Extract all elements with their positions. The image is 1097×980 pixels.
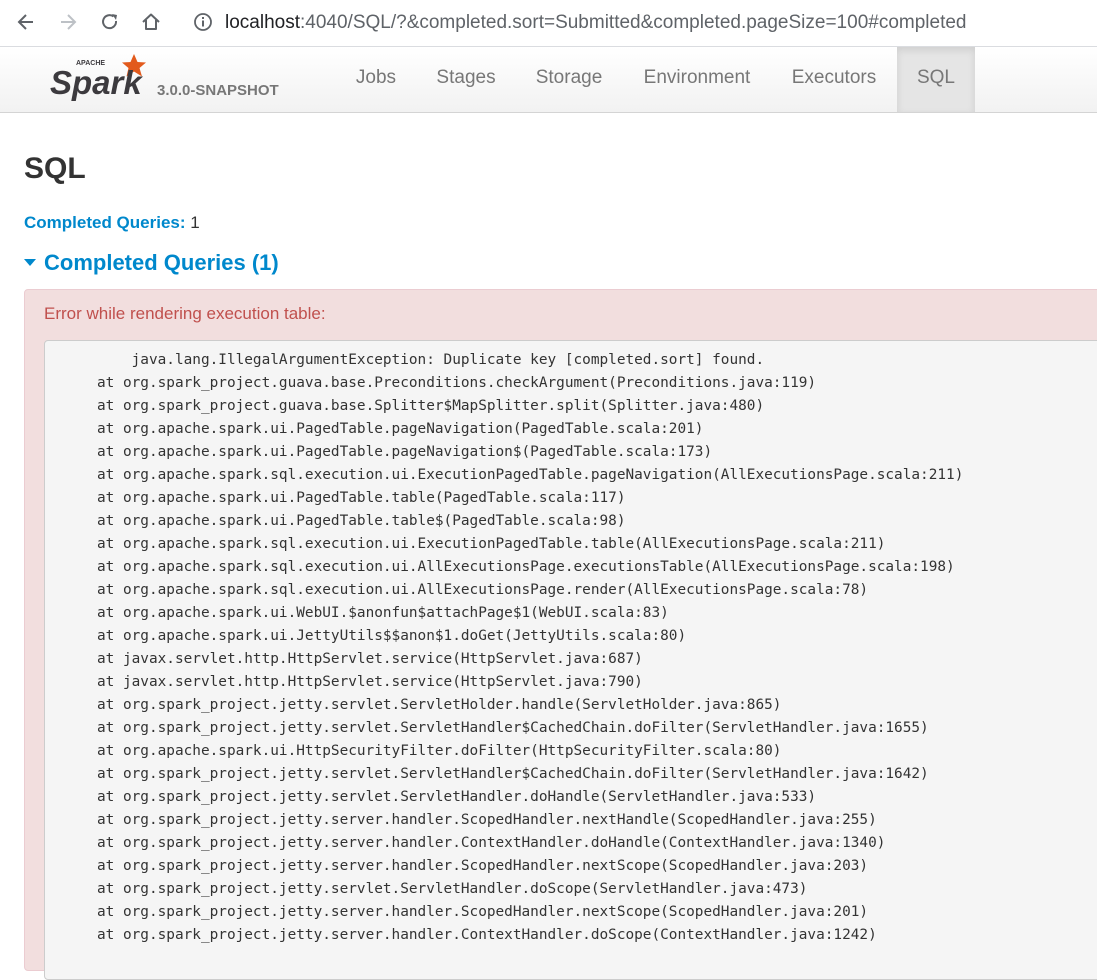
stacktrace-line: at org.apache.spark.sql.execution.ui.All… <box>45 582 869 598</box>
stacktrace-line: at org.apache.spark.sql.execution.ui.All… <box>45 559 955 575</box>
spark-version: 3.0.0-SNAPSHOT <box>157 82 279 99</box>
stacktrace-line: at org.spark_project.jetty.servlet.Servl… <box>45 720 929 736</box>
stacktrace-line: at org.spark_project.jetty.servlet.Servl… <box>45 697 782 713</box>
error-alert: Error while rendering execution table: j… <box>24 289 1097 980</box>
completed-queries-header[interactable]: Completed Queries (1) <box>24 250 279 276</box>
section-title: Completed Queries (1) <box>44 250 279 275</box>
spark-navbar: APACHE Spark 3.0.0-SNAPSHOT Jobs Stages … <box>0 47 1097 113</box>
stacktrace-line: at org.spark_project.jetty.servlet.Servl… <box>45 789 817 805</box>
stacktrace-line: at org.spark_project.jetty.servlet.Servl… <box>45 766 929 782</box>
reload-icon <box>102 14 118 30</box>
stacktrace-line: at org.apache.spark.ui.PagedTable.pageNa… <box>45 444 713 460</box>
tab-executors[interactable]: Executors <box>778 47 890 112</box>
browser-toolbar: localhost:4040/SQL/?&completed.sort=Subm… <box>0 0 1097 47</box>
stacktrace-line: at org.apache.spark.sql.execution.ui.Exe… <box>45 467 964 483</box>
reload-button[interactable] <box>96 8 124 36</box>
home-icon <box>142 13 160 30</box>
stacktrace-line: at org.spark_project.jetty.server.handle… <box>45 927 877 943</box>
spark-logo[interactable]: APACHE Spark <box>48 48 158 108</box>
stacktrace-line: at org.apache.spark.ui.HttpSecurityFilte… <box>45 743 782 759</box>
tab-storage[interactable]: Storage <box>522 47 616 112</box>
stacktrace: java.lang.IllegalArgumentException: Dupl… <box>44 340 1097 980</box>
stacktrace-line: at org.spark_project.guava.base.Splitter… <box>45 398 765 414</box>
stacktrace-line: at org.apache.spark.ui.PagedTable.pageNa… <box>45 421 704 437</box>
completed-queries-summary: Completed Queries: 1 <box>24 213 200 233</box>
stacktrace-line: at org.spark_project.jetty.server.handle… <box>45 858 869 874</box>
completed-queries-link[interactable]: Completed Queries: <box>24 213 186 232</box>
stacktrace-line: java.lang.IllegalArgumentException: Dupl… <box>45 352 765 368</box>
home-button[interactable] <box>137 8 165 36</box>
tab-jobs[interactable]: Jobs <box>342 47 410 112</box>
url-host: localhost <box>225 12 300 33</box>
stacktrace-line: at org.spark_project.guava.base.Precondi… <box>45 375 817 391</box>
stacktrace-line: at org.apache.spark.sql.execution.ui.Exe… <box>45 536 886 552</box>
error-message: Error while rendering execution table: <box>44 304 326 323</box>
stacktrace-line: at javax.servlet.http.HttpServlet.servic… <box>45 674 643 690</box>
page-title: SQL <box>24 152 86 185</box>
site-info-icon[interactable] <box>192 11 214 33</box>
stacktrace-line: at javax.servlet.http.HttpServlet.servic… <box>45 651 643 667</box>
stacktrace-line: at org.apache.spark.ui.WebUI.$anonfun$at… <box>45 605 669 621</box>
completed-queries-count: 1 <box>190 213 200 232</box>
back-arrow-icon <box>17 14 33 30</box>
stacktrace-line: at org.spark_project.jetty.server.handle… <box>45 812 877 828</box>
tab-sql[interactable]: SQL <box>897 47 975 112</box>
stacktrace-line: at org.apache.spark.ui.PagedTable.table$… <box>45 513 626 529</box>
forward-button[interactable] <box>54 8 82 36</box>
stacktrace-line: at org.apache.spark.ui.JettyUtils$$anon$… <box>45 628 687 644</box>
tab-environment[interactable]: Environment <box>629 47 765 112</box>
address-bar[interactable]: localhost:4040/SQL/?&completed.sort=Subm… <box>225 11 966 35</box>
stacktrace-line: at org.apache.spark.ui.PagedTable.table(… <box>45 490 626 506</box>
logo-spark-text: Spark <box>50 64 143 101</box>
stacktrace-line: at org.spark_project.jetty.server.handle… <box>45 835 886 851</box>
forward-arrow-icon <box>61 14 77 30</box>
back-button[interactable] <box>12 8 40 36</box>
stacktrace-line: at org.spark_project.jetty.servlet.Servl… <box>45 881 808 897</box>
stacktrace-line: at org.spark_project.jetty.server.handle… <box>45 904 869 920</box>
url-path: :4040/SQL/?&completed.sort=Submitted&com… <box>300 12 967 33</box>
caret-down-icon <box>24 259 36 266</box>
tab-stages[interactable]: Stages <box>423 47 509 112</box>
